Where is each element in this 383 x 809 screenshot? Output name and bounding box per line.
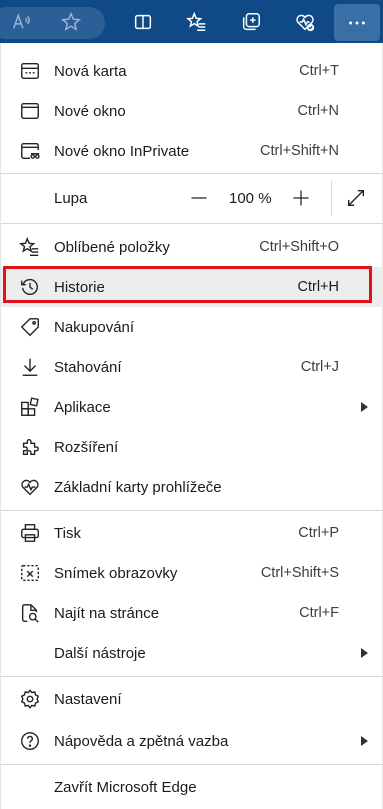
new-tab-label: Nová karta — [54, 62, 127, 80]
new-window-icon — [18, 99, 42, 123]
menu-item-print[interactable]: Tisk Ctrl+P — [1, 513, 383, 553]
favorite-star-icon[interactable] — [54, 6, 88, 38]
menu-item-favorites[interactable]: Oblíbené položky Ctrl+Shift+O — [1, 227, 383, 267]
print-icon — [18, 521, 42, 545]
extensions-label: Rozšíření — [54, 438, 119, 456]
zoom-value: 100 % — [229, 189, 272, 207]
find-shortcut: Ctrl+F — [299, 605, 339, 621]
menu-item-apps[interactable]: Aplikace — [1, 387, 383, 427]
screenshot-shortcut: Ctrl+Shift+S — [260, 565, 339, 581]
menu-item-new-window[interactable]: Nové okno Ctrl+N — [1, 91, 383, 131]
favorites-list-icon[interactable] — [180, 6, 214, 38]
menu-item-extensions[interactable]: Rozšíření — [1, 427, 383, 467]
menu-item-downloads[interactable]: Stahování Ctrl+J — [1, 347, 383, 387]
menu-item-new-tab[interactable]: Nová karta Ctrl+T — [1, 51, 383, 91]
menu-item-zoom: Lupa 100 % — [1, 178, 383, 218]
settings-label: Nastavení — [54, 690, 122, 708]
collections-icon[interactable] — [234, 6, 268, 38]
zoom-in-button[interactable] — [287, 186, 315, 210]
help-icon — [18, 729, 42, 753]
download-icon — [18, 355, 42, 379]
menu-item-close-edge[interactable]: Zavřít Microsoft Edge — [1, 767, 383, 807]
menu-item-settings[interactable]: Nastavení — [1, 679, 383, 719]
apps-icon — [18, 395, 42, 419]
menu-item-find[interactable]: Najít na stránce Ctrl+F — [1, 593, 383, 633]
read-aloud-icon[interactable] — [4, 6, 38, 38]
new-window-label: Nové okno — [54, 102, 126, 120]
menu-item-shopping[interactable]: Nakupování — [1, 307, 383, 347]
separator — [1, 173, 383, 174]
favorites-icon — [18, 235, 42, 259]
shopping-label: Nakupování — [54, 318, 135, 336]
downloads-label: Stahování — [54, 358, 122, 376]
zoom-divider — [331, 180, 332, 216]
close-edge-label: Zavřít Microsoft Edge — [54, 778, 197, 796]
shopping-tag-icon — [18, 315, 42, 339]
menu-item-screenshot[interactable]: Snímek obrazovky Ctrl+Shift+S — [1, 553, 383, 593]
settings-more-icon[interactable] — [334, 4, 380, 41]
submenu-arrow-icon — [361, 736, 368, 746]
browser-essentials-icon[interactable] — [288, 6, 322, 38]
print-label: Tisk — [54, 524, 81, 542]
new-tab-icon — [18, 59, 42, 83]
favorites-shortcut: Ctrl+Shift+O — [259, 239, 339, 255]
fullscreen-icon[interactable] — [341, 183, 371, 213]
print-shortcut: Ctrl+P — [298, 525, 339, 541]
split-screen-icon[interactable] — [126, 6, 160, 38]
history-icon — [18, 275, 42, 299]
menu-item-history[interactable]: Historie Ctrl+H — [1, 267, 383, 307]
favorites-label: Oblíbené položky — [54, 238, 170, 256]
history-shortcut: Ctrl+H — [297, 279, 340, 295]
new-window-shortcut: Ctrl+N — [297, 103, 340, 119]
find-on-page-icon — [18, 601, 42, 625]
find-label: Najít na stránce — [54, 604, 160, 622]
separator — [1, 676, 383, 677]
menu-item-help[interactable]: Nápověda a zpětná vazba — [1, 721, 383, 761]
screenshot-label: Snímek obrazovky — [54, 564, 178, 582]
screenshot-icon — [18, 561, 42, 585]
submenu-arrow-icon — [361, 402, 368, 412]
gear-icon — [18, 687, 42, 711]
zoom-out-button[interactable] — [185, 186, 213, 210]
inprivate-icon — [18, 139, 42, 163]
separator — [1, 510, 383, 511]
menu-item-essentials[interactable]: Základní karty prohlížeče — [1, 467, 383, 507]
settings-menu: Nová karta Ctrl+T Nové okno Ctrl+N Nové … — [0, 43, 383, 809]
menu-item-more-tools[interactable]: Další nástroje — [1, 633, 383, 673]
separator — [1, 223, 383, 224]
history-label: Historie — [54, 278, 105, 296]
browser-essentials-heart-icon — [18, 475, 42, 499]
essentials-label: Základní karty prohlížeče — [54, 478, 222, 496]
zoom-label: Lupa — [54, 189, 88, 207]
menu-item-new-inprivate[interactable]: Nové okno InPrivate Ctrl+Shift+N — [1, 131, 383, 171]
new-tab-shortcut: Ctrl+T — [299, 63, 339, 79]
more-tools-label: Další nástroje — [54, 644, 146, 662]
downloads-shortcut: Ctrl+J — [300, 359, 339, 375]
help-label: Nápověda a zpětná vazba — [54, 732, 229, 750]
submenu-arrow-icon — [361, 648, 368, 658]
new-inprivate-shortcut: Ctrl+Shift+N — [260, 143, 339, 159]
separator — [1, 764, 383, 765]
browser-toolbar — [0, 0, 383, 43]
apps-label: Aplikace — [54, 398, 111, 416]
new-inprivate-label: Nové okno InPrivate — [54, 142, 190, 160]
extensions-puzzle-icon — [18, 435, 42, 459]
